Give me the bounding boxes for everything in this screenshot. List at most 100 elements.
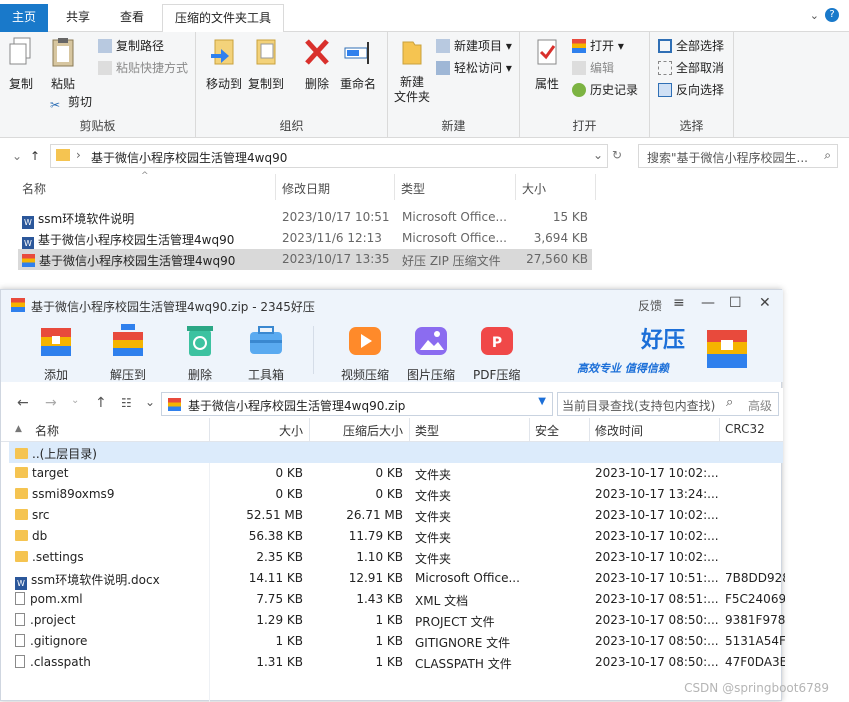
- file-row[interactable]: W 基于微信小程序校园生活管理4wq90 2023/11/6 12:13 Micr…: [18, 228, 592, 250]
- up-arrow-icon[interactable]: ↑: [30, 149, 40, 163]
- paste-button[interactable]: 粘贴: [48, 36, 78, 92]
- zip-search-icon[interactable]: ⌕: [726, 395, 733, 410]
- toolbox-button[interactable]: 工具箱: [247, 322, 285, 383]
- address-dropdown-icon[interactable]: ⌄: [593, 148, 603, 162]
- zip-col-crc32[interactable]: CRC32: [725, 422, 765, 436]
- cut-button[interactable]: ✂ 剪切: [50, 92, 92, 112]
- zip-col-security[interactable]: 安全: [535, 422, 559, 439]
- ribbon-collapse-icon[interactable]: ⌄: [810, 9, 819, 22]
- open-button[interactable]: 打开 ▾: [572, 36, 624, 56]
- column-divider[interactable]: [515, 174, 516, 200]
- view-mode-icon[interactable]: ☷: [121, 396, 132, 410]
- feedback-link[interactable]: 反馈: [638, 297, 662, 314]
- add-button[interactable]: 添加: [37, 322, 75, 383]
- minimize-icon[interactable]: —: [701, 295, 715, 311]
- help-icon[interactable]: ?: [825, 8, 839, 22]
- move-to-button[interactable]: 移动到: [206, 36, 242, 92]
- easy-access-button[interactable]: 轻松访问 ▾: [436, 58, 512, 78]
- tab-view[interactable]: 查看: [108, 4, 156, 32]
- file-row[interactable]: Wssm环境软件说明 2023/10/17 10:51 Microsoft Of…: [18, 207, 592, 229]
- column-divider[interactable]: [275, 174, 276, 200]
- zip-row[interactable]: ssmi89oxms9 0 KB 0 KB 文件夹 2023-10-17 13:24:.…: [9, 484, 783, 505]
- zip-row-parent-dir[interactable]: ..(上层目录): [9, 442, 783, 463]
- up-level-icon[interactable]: ↑: [95, 395, 107, 411]
- zip-row[interactable]: target 0 KB 0 KB 文件夹 2023-10-17 10:02:...: [9, 463, 783, 484]
- zip-entry-name: db: [32, 529, 48, 543]
- new-item-button[interactable]: 新建项目 ▾: [436, 36, 512, 56]
- zip-row[interactable]: .project 1.29 KB 1 KB PROJECT 文件 2023-10-17 …: [9, 610, 785, 631]
- zip-cell-crc32: 47F0DA3E: [725, 655, 785, 669]
- copy-button[interactable]: 复制: [6, 36, 36, 92]
- tab-compressed-tools[interactable]: 压缩的文件夹工具: [162, 4, 285, 32]
- column-size[interactable]: 大小: [522, 180, 546, 197]
- properties-button[interactable]: 属性: [532, 36, 562, 92]
- zip-search-input[interactable]: 当前目录查找(支持包内查找) ⌕ 高级: [557, 392, 779, 416]
- invert-selection-button[interactable]: 反向选择: [658, 80, 724, 100]
- history-dropdown-icon[interactable]: ⌄: [71, 395, 79, 406]
- paste-shortcut-icon: [98, 61, 112, 75]
- tab-home[interactable]: 主页: [0, 4, 49, 32]
- zip-row[interactable]: .settings 2.35 KB 1.10 KB 文件夹 2023-10-17 10:…: [9, 547, 783, 568]
- view-dropdown-icon[interactable]: ⌄: [145, 395, 155, 409]
- zip-col-divider[interactable]: [409, 418, 410, 442]
- maximize-icon[interactable]: ☐: [729, 295, 742, 311]
- column-divider[interactable]: [394, 174, 395, 200]
- rename-button[interactable]: 重命名: [340, 36, 376, 92]
- explorer-search-input[interactable]: 搜索"基于微信小程序校园生... ⌕: [638, 144, 838, 168]
- refresh-icon[interactable]: ↻: [612, 148, 622, 162]
- history-button[interactable]: 历史记录: [572, 80, 638, 100]
- address-bar[interactable]: › 基于微信小程序校园生活管理4wq90 ⌄: [50, 144, 608, 168]
- zip-col-divider[interactable]: [719, 418, 720, 442]
- zip-col-divider[interactable]: [589, 418, 590, 442]
- tab-share[interactable]: 共享: [54, 4, 102, 32]
- extract-to-button[interactable]: 解压到: [109, 322, 147, 383]
- zip-path-dropdown-icon[interactable]: ▼: [538, 396, 546, 407]
- zip-row[interactable]: src 52.51 MB 26.71 MB 文件夹 2023-10-17 10:02:.…: [9, 505, 783, 526]
- zip-row[interactable]: .classpath 1.31 KB 1 KB CLASSPATH 文件 2023-10…: [9, 652, 785, 673]
- edit-button[interactable]: 编辑: [572, 58, 614, 78]
- column-type[interactable]: 类型: [401, 180, 425, 197]
- select-none-button[interactable]: 全部取消: [658, 58, 724, 78]
- haozip-titlebar[interactable]: 基于微信小程序校园生活管理4wq90.zip - 2345好压 反馈 ≡ — ☐…: [1, 290, 783, 320]
- video-compress-button[interactable]: 视频压缩: [341, 322, 389, 383]
- file-type: Microsoft Office...: [402, 231, 507, 245]
- zip-col-type[interactable]: 类型: [415, 422, 439, 439]
- delete-button[interactable]: 删除: [302, 36, 332, 92]
- advanced-search-link[interactable]: 高级: [748, 397, 772, 414]
- paste-shortcut-button[interactable]: 粘贴快捷方式: [98, 58, 188, 78]
- zip-col-divider[interactable]: [529, 418, 530, 442]
- zip-delete-button[interactable]: 删除: [181, 322, 219, 383]
- recent-locations-icon[interactable]: ⌄: [12, 149, 22, 163]
- back-arrow-icon[interactable]: ←: [17, 395, 29, 411]
- zip-delete-label: 删除: [187, 368, 212, 382]
- select-all-button[interactable]: 全部选择: [658, 36, 724, 56]
- file-row-selected[interactable]: 基于微信小程序校园生活管理4wq90 2023/10/17 13:35 好压 Z…: [18, 249, 592, 270]
- zip-col-packed[interactable]: 压缩后大小: [343, 422, 403, 439]
- column-divider[interactable]: [595, 174, 596, 200]
- zip-path-bar[interactable]: 基于微信小程序校园生活管理4wq90.zip ▼: [161, 392, 553, 416]
- image-compress-button[interactable]: 图片压缩: [407, 322, 455, 383]
- forward-arrow-icon[interactable]: →: [45, 395, 57, 411]
- column-date[interactable]: 修改日期: [282, 180, 330, 197]
- copy-path-button[interactable]: 复制路径: [98, 36, 164, 56]
- zip-col-name[interactable]: 名称: [35, 422, 59, 439]
- zip-col-divider[interactable]: [209, 418, 210, 442]
- pdf-compress-button[interactable]: P PDF压缩: [473, 322, 520, 383]
- zip-row[interactable]: .gitignore 1 KB 1 KB GITIGNORE 文件 2023-10-17…: [9, 631, 785, 652]
- folder-icon: [15, 448, 28, 459]
- zip-cell-name: target: [15, 466, 211, 480]
- zip-row[interactable]: pom.xml 7.75 KB 1.43 KB XML 文档 2023-10-17 08…: [9, 589, 785, 610]
- zip-col-divider[interactable]: [309, 418, 310, 442]
- zip-row[interactable]: Wssm环境软件说明.docx 14.11 KB 12.91 KB Microsoft…: [9, 568, 785, 590]
- file-icon: [15, 592, 25, 605]
- column-name[interactable]: 名称: [22, 180, 46, 197]
- menu-icon[interactable]: ≡: [673, 295, 685, 311]
- copy-to-button[interactable]: 复制到: [248, 36, 284, 92]
- search-icon[interactable]: ⌕: [824, 148, 831, 163]
- zip-entry-name: src: [32, 508, 50, 522]
- zip-col-modified[interactable]: 修改时间: [595, 422, 643, 439]
- new-folder-button[interactable]: 新建 文件夹: [394, 36, 430, 105]
- close-icon[interactable]: ✕: [759, 295, 771, 311]
- zip-row[interactable]: db 56.38 KB 11.79 KB 文件夹 2023-10-17 10:02:..…: [9, 526, 783, 547]
- zip-col-size[interactable]: 大小: [279, 422, 303, 439]
